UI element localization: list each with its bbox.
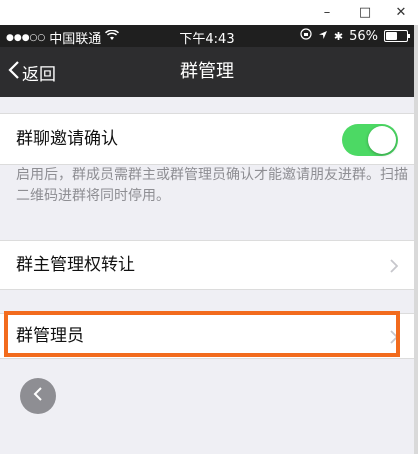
admins-label: 群管理员 (16, 326, 84, 346)
floating-back-button[interactable] (20, 378, 56, 414)
invite-confirm-row: 群聊邀请确认 (0, 113, 414, 165)
maximize-icon[interactable]: □ (348, 0, 382, 25)
location-icon (318, 29, 328, 44)
chevron-right-icon (390, 241, 399, 289)
back-button[interactable]: 返回 (8, 47, 56, 97)
transfer-owner-label: 群主管理权转让 (16, 255, 135, 275)
status-bar: ●●●○○ 中国联通 下午4:43 ✱ 56% (0, 25, 414, 47)
bluetooth-icon: ✱ (333, 29, 344, 43)
window-title-bar: – □ ✕ (0, 0, 418, 25)
close-icon[interactable]: ✕ (384, 0, 418, 25)
minimize-icon[interactable]: – (310, 0, 344, 25)
navigation-bar: 返回 群管理 (0, 47, 414, 97)
window-edge (414, 25, 418, 454)
chevron-right-icon (390, 314, 399, 358)
invite-confirm-description: 启用后，群成员需群主或群管理员确认才能邀请朋友进群。扫描二维码进群将同时停用。 (16, 167, 408, 204)
invite-confirm-label: 群聊邀请确认 (16, 129, 118, 149)
orientation-lock-icon (300, 28, 312, 44)
page-title: 群管理 (180, 61, 234, 82)
battery-icon (384, 30, 410, 42)
toggle-knob (368, 126, 396, 154)
invite-confirm-toggle[interactable] (342, 124, 398, 156)
back-label: 返回 (22, 64, 56, 85)
chevron-left-icon (8, 60, 20, 85)
chevron-left-icon (33, 386, 43, 407)
transfer-owner-row[interactable]: 群主管理权转让 (0, 240, 414, 290)
battery-percent: 56% (349, 28, 378, 44)
admins-row[interactable]: 群管理员 (0, 313, 414, 359)
